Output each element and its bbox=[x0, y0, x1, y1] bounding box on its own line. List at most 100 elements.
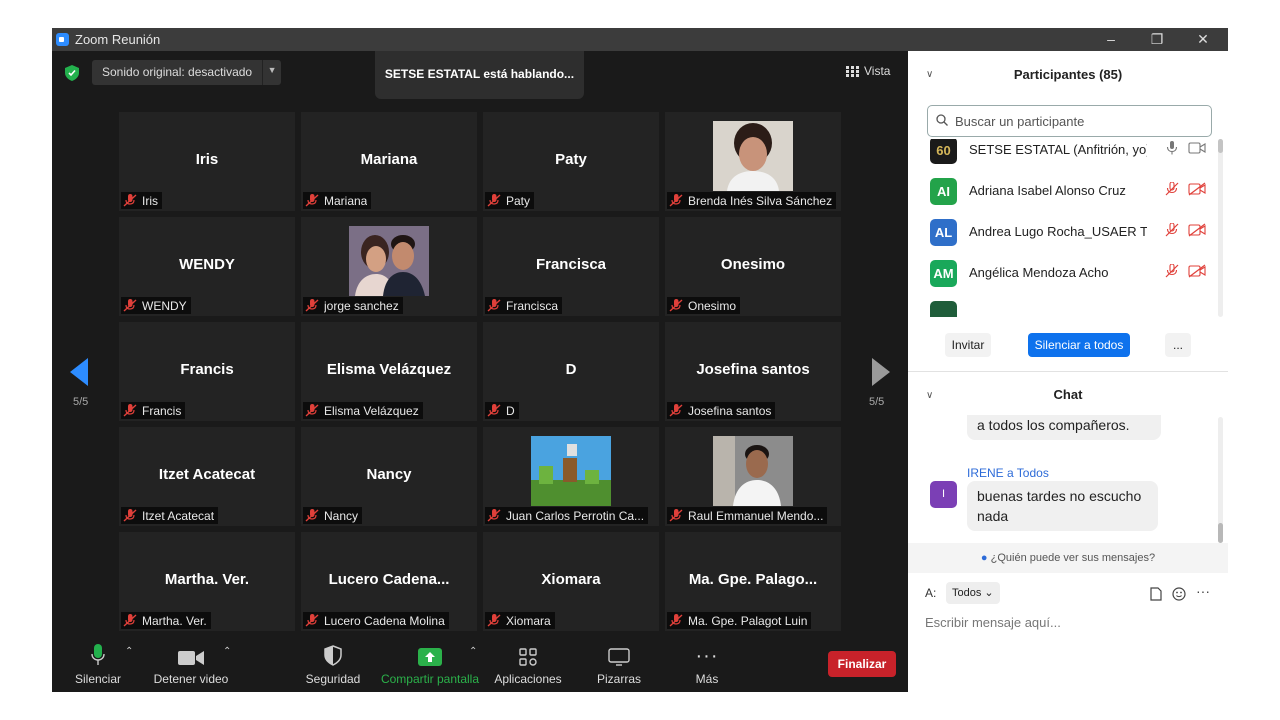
muted-mic-icon bbox=[487, 194, 506, 207]
muted-mic-icon bbox=[123, 404, 142, 417]
participant-tile[interactable]: Nancy Nancy bbox=[301, 427, 477, 526]
participant-tile[interactable]: Iris Iris bbox=[119, 112, 295, 211]
participant-search-placeholder: Buscar un participante bbox=[955, 114, 1085, 129]
participant-tile-name: Paty bbox=[555, 151, 587, 168]
participant-tile[interactable]: Paty Paty bbox=[483, 112, 659, 211]
mute-label: Silenciar bbox=[74, 672, 122, 686]
participant-tile[interactable]: Josefina santos Josefina santos bbox=[665, 322, 841, 421]
view-button[interactable]: Vista bbox=[846, 64, 890, 78]
muted-mic-icon bbox=[487, 509, 506, 522]
participant-tile-label: Elisma Velázquez bbox=[303, 402, 423, 419]
muted-mic-icon bbox=[669, 299, 688, 312]
video-off-icon[interactable] bbox=[1188, 182, 1206, 201]
muted-mic-icon[interactable] bbox=[1164, 181, 1180, 201]
participant-search-input[interactable]: Buscar un participante bbox=[927, 105, 1212, 137]
muted-mic-icon[interactable] bbox=[1164, 222, 1180, 242]
share-screen-button[interactable]: Compartir pantalla bbox=[380, 636, 480, 692]
participant-tile[interactable]: Francis Francis bbox=[119, 322, 295, 421]
chat-message-previous: a todos los compañeros. bbox=[967, 415, 1161, 440]
participant-photo bbox=[349, 226, 429, 296]
participant-tile[interactable]: Juan Carlos Perrotin Ca... bbox=[483, 427, 659, 526]
original-sound-label: Sonido original: desactivado bbox=[92, 60, 264, 85]
chat-scrollbar-thumb[interactable] bbox=[1218, 523, 1223, 543]
who-can-see-messages-link[interactable]: ● ¿Quién puede ver sus mensajes? bbox=[908, 543, 1228, 573]
apps-button[interactable]: Aplicaciones bbox=[492, 636, 564, 692]
participant-tile-label: Francis bbox=[121, 402, 186, 419]
security-button[interactable]: Seguridad bbox=[305, 636, 361, 692]
participant-tile[interactable]: Xiomara Xiomara bbox=[483, 532, 659, 631]
participant-row-partial[interactable] bbox=[908, 293, 1220, 317]
participant-photo bbox=[713, 436, 793, 506]
chevron-down-icon[interactable]: ▼ bbox=[263, 60, 281, 85]
muted-mic-icon bbox=[305, 509, 324, 522]
audio-options-caret-icon[interactable]: ⌃ bbox=[125, 646, 133, 657]
participant-tile[interactable]: Raul Emmanuel Mendo... bbox=[665, 427, 841, 526]
whiteboards-button[interactable]: Pizarras bbox=[592, 636, 646, 692]
close-button[interactable]: ✕ bbox=[1180, 28, 1226, 51]
microphone-icon[interactable] bbox=[1166, 141, 1178, 160]
restore-button[interactable]: ❐ bbox=[1134, 28, 1180, 51]
invite-button[interactable]: Invitar bbox=[945, 333, 991, 357]
participant-tile[interactable]: Francisca Francisca bbox=[483, 217, 659, 316]
video-camera-icon[interactable] bbox=[1188, 141, 1206, 159]
participant-tile[interactable]: DD bbox=[483, 322, 659, 421]
file-attach-icon[interactable] bbox=[1150, 587, 1162, 601]
participant-row[interactable]: AL Andrea Lugo Rocha_USAER T bbox=[908, 211, 1220, 252]
participant-tile[interactable]: Elisma Velázquez Elisma Velázquez bbox=[301, 322, 477, 421]
video-options-caret-icon[interactable]: ⌃ bbox=[223, 646, 231, 657]
participant-tile[interactable]: Onesimo Onesimo bbox=[665, 217, 841, 316]
participants-scrollbar-thumb[interactable] bbox=[1218, 139, 1223, 153]
participant-tile-name: Martha. Ver. bbox=[164, 571, 250, 588]
minimize-button[interactable]: – bbox=[1088, 28, 1134, 51]
recipient-dropdown[interactable]: Todos ⌄ bbox=[946, 582, 1000, 604]
participant-tile-label: Iris bbox=[121, 192, 162, 209]
participant-tile-label: D bbox=[485, 402, 519, 419]
encryption-shield-icon[interactable] bbox=[65, 65, 79, 81]
participant-tile-name: WENDY bbox=[179, 256, 235, 273]
zoom-app-icon bbox=[56, 33, 69, 46]
more-button[interactable]: ··· Más bbox=[683, 636, 731, 692]
participant-row[interactable]: 60 SETSE ESTATAL (Anfitrión, yo) bbox=[908, 139, 1220, 170]
stop-video-button[interactable]: Detener video bbox=[152, 636, 230, 692]
grid-view-icon bbox=[846, 65, 860, 77]
participant-tile[interactable]: Mariana Mariana bbox=[301, 112, 477, 211]
emoji-icon[interactable] bbox=[1172, 587, 1186, 601]
whiteboard-icon bbox=[608, 648, 630, 666]
participant-tile-label: Ma. Gpe. Palagot Luin bbox=[667, 612, 812, 629]
participant-tile-name: Josefina santos bbox=[696, 361, 810, 378]
mute-button[interactable]: Silenciar bbox=[72, 636, 124, 692]
chat-input[interactable]: Escribir mensaje aquí... bbox=[925, 615, 1061, 630]
previous-page-arrow-icon[interactable] bbox=[70, 358, 88, 386]
next-page-arrow-icon[interactable] bbox=[872, 358, 890, 386]
muted-mic-icon bbox=[487, 404, 506, 417]
original-sound-toggle[interactable]: Sonido original: desactivado ▼ bbox=[92, 60, 282, 85]
microphone-icon bbox=[91, 644, 105, 665]
video-off-icon[interactable] bbox=[1188, 223, 1206, 242]
participant-row[interactable]: AM Angélica Mendoza Acho bbox=[908, 252, 1220, 293]
participant-tile[interactable]: Itzet Acatecat Itzet Acatecat bbox=[119, 427, 295, 526]
participant-avatar bbox=[930, 301, 957, 317]
mute-all-button[interactable]: Silenciar a todos bbox=[1028, 333, 1130, 357]
recipient-label: A: bbox=[925, 586, 937, 600]
stop-video-label: Detener video bbox=[153, 672, 229, 686]
muted-mic-icon[interactable] bbox=[1164, 263, 1180, 283]
chat-more-icon[interactable]: ··· bbox=[1196, 583, 1210, 599]
sender-avatar: I bbox=[930, 481, 957, 508]
participant-row[interactable]: AI Adriana Isabel Alonso Cruz bbox=[908, 170, 1220, 211]
share-options-caret-icon[interactable]: ⌃ bbox=[469, 646, 477, 657]
participants-more-button[interactable]: ... bbox=[1165, 333, 1191, 357]
end-meeting-button[interactable]: Finalizar bbox=[828, 651, 896, 677]
participant-tile[interactable]: jorge sanchez bbox=[301, 217, 477, 316]
participant-tile[interactable]: Lucero Cadena... Lucero Cadena Molina bbox=[301, 532, 477, 631]
section-divider bbox=[908, 371, 1228, 372]
participant-tile[interactable]: Brenda Inés Silva Sánchez bbox=[665, 112, 841, 211]
participant-tile-label: Nancy bbox=[303, 507, 363, 524]
participant-tile[interactable]: WENDY WENDY bbox=[119, 217, 295, 316]
participant-tile[interactable]: Martha. Ver. Martha. Ver. bbox=[119, 532, 295, 631]
participant-tile[interactable]: Ma. Gpe. Palago... Ma. Gpe. Palagot Luin bbox=[665, 532, 841, 631]
participant-tile-label: Xiomara bbox=[485, 612, 555, 629]
participant-tile-label: Raul Emmanuel Mendo... bbox=[667, 507, 828, 524]
muted-mic-icon bbox=[123, 299, 142, 312]
participant-avatar: 60 bbox=[930, 139, 957, 164]
video-off-icon[interactable] bbox=[1188, 264, 1206, 283]
